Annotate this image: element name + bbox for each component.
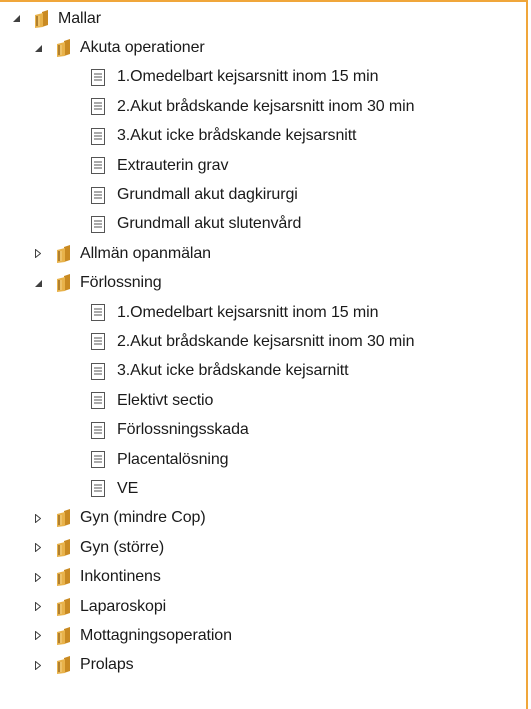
document-icon (91, 157, 105, 175)
document-icon (91, 421, 105, 439)
tree-leaf-template[interactable]: Grundmall akut dagkirurgi (0, 180, 528, 209)
tree-leaf-label: 1.Omedelbart kejsarsnitt inom 15 min (117, 303, 379, 321)
tree-leaf-template[interactable]: VE (0, 474, 528, 503)
expanded-arrow-icon[interactable] (33, 277, 43, 289)
folder-icon (54, 656, 74, 675)
folder-icon (54, 39, 74, 58)
folder-icon (54, 509, 74, 528)
tree-leaf-template[interactable]: Elektivt sectio (0, 386, 528, 415)
tree-node-label: Förlossning (80, 274, 162, 292)
tree-node-forlossning[interactable]: Förlossning (0, 269, 528, 298)
folder-icon (54, 274, 74, 293)
tree-leaf-template[interactable]: Placentalösning (0, 445, 528, 474)
tree-leaf-template[interactable]: Förlossningsskada (0, 415, 528, 444)
collapsed-arrow-icon[interactable] (33, 659, 43, 671)
expanded-arrow-icon[interactable] (33, 42, 43, 54)
tree-node-label: Gyn (större) (80, 538, 165, 556)
tree-leaf-label: Grundmall akut dagkirurgi (117, 186, 298, 204)
folder-icon (54, 568, 74, 587)
tree-leaf-template[interactable]: 1.Omedelbart kejsarsnitt inom 15 min (0, 63, 528, 92)
document-icon (91, 392, 105, 410)
tree-leaf-template[interactable]: Grundmall akut slutenvård (0, 210, 528, 239)
tree-leaf-label: Placentalösning (117, 450, 229, 468)
tree-node-gyn-mindre-cop[interactable]: Gyn (mindre Cop) (0, 504, 528, 533)
tree-leaf-label: 3.Akut icke brådskande kejsarnitt (117, 362, 349, 380)
document-icon (91, 186, 105, 204)
collapsed-arrow-icon[interactable] (33, 512, 43, 524)
collapsed-arrow-icon[interactable] (33, 542, 43, 554)
tree-node-label: Inkontinens (80, 568, 161, 586)
tree-node-allman-opanmalan[interactable]: Allmän opanmälan (0, 239, 528, 268)
tree-leaf-label: 1.Omedelbart kejsarsnitt inom 15 min (117, 68, 379, 86)
tree-leaf-template[interactable]: 1.Omedelbart kejsarsnitt inom 15 min (0, 298, 528, 327)
tree-node-mallar[interactable]: Mallar (0, 4, 528, 33)
tree-node-label: Gyn (mindre Cop) (80, 509, 206, 527)
tree-node-label: Mottagningsoperation (80, 626, 232, 644)
document-icon (91, 68, 105, 86)
collapsed-arrow-icon[interactable] (33, 248, 43, 260)
tree-leaf-label: 3.Akut icke brådskande kejsarsnitt (117, 127, 357, 145)
tree-leaf-template[interactable]: 2.Akut brådskande kejsarsnitt inom 30 mi… (0, 92, 528, 121)
tree-node-label: Laparoskopi (80, 597, 167, 615)
folder-icon (32, 9, 52, 28)
tree-node-label: Akuta operationer (80, 39, 205, 57)
document-icon (91, 98, 105, 116)
folder-icon (54, 597, 74, 616)
tree-leaf-label: 2.Akut brådskande kejsarsnitt inom 30 mi… (117, 332, 415, 350)
tree-leaf-label: Extrauterin grav (117, 156, 229, 174)
folder-icon (54, 244, 74, 263)
tree-leaf-template[interactable]: 3.Akut icke brådskande kejsarnitt (0, 357, 528, 386)
document-icon (91, 215, 105, 233)
tree-leaf-label: VE (117, 479, 139, 497)
document-icon (91, 362, 105, 380)
collapsed-arrow-icon[interactable] (33, 601, 43, 613)
collapsed-arrow-icon[interactable] (33, 571, 43, 583)
tree-node-akuta-operationer[interactable]: Akuta operationer (0, 33, 528, 62)
document-icon (91, 480, 105, 498)
document-icon (91, 127, 105, 145)
tree-leaf-label: Elektivt sectio (117, 391, 214, 409)
tree-node-gyn-storre[interactable]: Gyn (större) (0, 533, 528, 562)
tree-node-prolaps[interactable]: Prolaps (0, 651, 528, 680)
tree-node-label: Allmän opanmälan (80, 244, 211, 262)
tree-node-inkontinens[interactable]: Inkontinens (0, 562, 528, 591)
document-icon (91, 304, 105, 322)
tree-leaf-label: 2.Akut brådskande kejsarsnitt inom 30 mi… (117, 97, 415, 115)
document-icon (91, 333, 105, 351)
template-tree: Mallar Akuta operationer 1.Omedelbart ke… (0, 4, 528, 680)
folder-icon (54, 538, 74, 557)
folder-icon (54, 626, 74, 645)
tree-leaf-template[interactable]: 3.Akut icke brådskande kejsarsnitt (0, 122, 528, 151)
tree-leaf-template[interactable]: Extrauterin grav (0, 151, 528, 180)
document-icon (91, 451, 105, 469)
collapsed-arrow-icon[interactable] (33, 630, 43, 642)
tree-leaf-label: Grundmall akut slutenvård (117, 215, 302, 233)
tree-node-label: Mallar (58, 9, 101, 27)
tree-leaf-label: Förlossningsskada (117, 421, 249, 439)
tree-node-label: Prolaps (80, 656, 134, 674)
expanded-arrow-icon[interactable] (11, 13, 21, 25)
tree-node-mottagningsoperation[interactable]: Mottagningsoperation (0, 621, 528, 650)
tree-node-laparoskopi[interactable]: Laparoskopi (0, 592, 528, 621)
tree-leaf-template[interactable]: 2.Akut brådskande kejsarsnitt inom 30 mi… (0, 327, 528, 356)
